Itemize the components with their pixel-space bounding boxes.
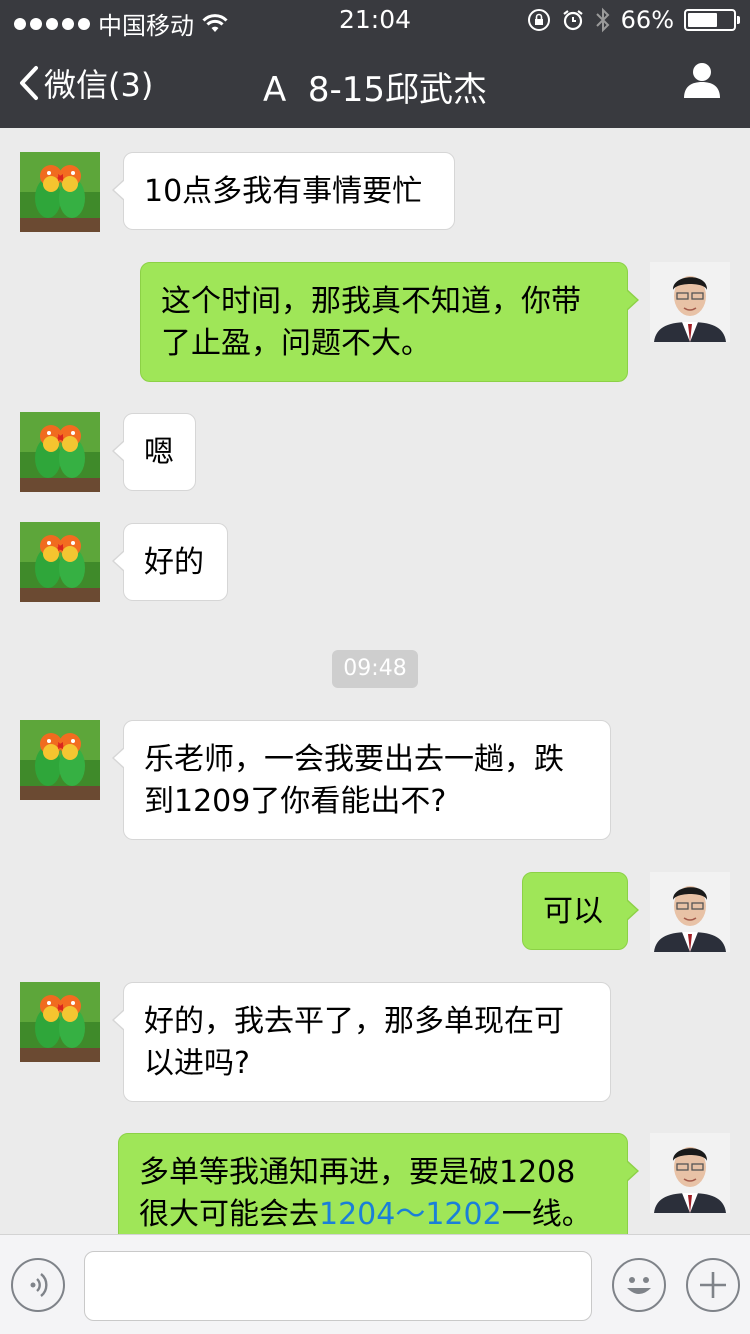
top-bar: 中国移动 21:04 66% 微信(3) A 8-15邱武杰 xyxy=(0,0,750,128)
my-avatar[interactable] xyxy=(650,872,730,952)
message-text-line: 好的，我去平了，那多单现在可 xyxy=(144,1004,564,1039)
message-bubble-incoming[interactable]: 嗯 xyxy=(112,413,196,491)
contact-avatar[interactable] xyxy=(20,522,100,602)
chat-timestamp: 09:48 xyxy=(332,650,418,688)
message-text-line: 以进吗? xyxy=(144,1046,250,1081)
contact-avatar[interactable] xyxy=(20,720,100,800)
status-bar: 中国移动 21:04 66% xyxy=(0,0,750,40)
battery-percent: 66% xyxy=(620,6,674,34)
more-button[interactable] xyxy=(686,1258,740,1312)
emoji-icon xyxy=(627,1277,651,1294)
message-text: 10点多我有事情要忙 xyxy=(144,174,423,209)
nav-bar: 微信(3) A 8-15邱武杰 xyxy=(0,40,750,128)
message-text-line: 乐老师，一会我要出去一趟，跌 xyxy=(144,742,564,777)
message-text-segment: 一线。 xyxy=(501,1197,592,1232)
battery-fill xyxy=(688,13,717,27)
message-input[interactable] xyxy=(84,1251,592,1321)
emoji-button[interactable] xyxy=(612,1258,666,1312)
message-bubble-outgoing[interactable]: 这个时间，那我真不知道，你带 了止盈，问题不大。 xyxy=(140,262,639,382)
message-text: 可以 xyxy=(543,894,603,929)
message-text-line: 到1209了你看能出不? xyxy=(144,784,447,819)
voice-icon xyxy=(30,1273,48,1297)
message-bubble-incoming[interactable]: 好的，我去平了，那多单现在可 以进吗? xyxy=(112,982,611,1102)
message-text-line: 这个时间，那我真不知道，你带 xyxy=(161,284,581,319)
chat-title: A 8-15邱武杰 xyxy=(262,70,488,110)
plus-icon xyxy=(700,1272,726,1298)
message-text: 嗯 xyxy=(144,435,174,470)
message-bubble-incoming[interactable]: 好的 xyxy=(112,523,228,601)
rotation-lock-icon xyxy=(527,9,550,31)
message-bubble-incoming[interactable]: 10点多我有事情要忙 xyxy=(112,152,455,230)
voice-button[interactable] xyxy=(11,1258,65,1312)
price-range-link[interactable]: 1204～1202 xyxy=(319,1197,502,1232)
message-text-line: 很大可能会去1204～1202一线。 xyxy=(139,1194,607,1236)
chat-info-button[interactable] xyxy=(682,60,722,104)
contact-avatar[interactable] xyxy=(20,982,100,1062)
battery-icon xyxy=(684,9,740,31)
alarm-icon xyxy=(562,10,583,31)
message-bubble-outgoing[interactable]: 可以 xyxy=(522,872,639,950)
input-bar xyxy=(0,1234,750,1334)
message-text: 好的 xyxy=(144,545,204,580)
message-text-line: 了止盈，问题不大。 xyxy=(161,326,431,361)
bluetooth-icon xyxy=(595,7,610,33)
my-avatar[interactable] xyxy=(650,1133,730,1213)
my-avatar[interactable] xyxy=(650,262,730,342)
contact-avatar[interactable] xyxy=(20,152,100,232)
message-text-line: 多单等我通知再进，要是破1208 xyxy=(139,1155,576,1190)
person-icon xyxy=(684,63,720,98)
contact-avatar[interactable] xyxy=(20,412,100,492)
message-text-segment: 很大可能会去 xyxy=(139,1197,319,1232)
message-bubble-incoming[interactable]: 乐老师，一会我要出去一趟，跌 到1209了你看能出不? xyxy=(112,720,611,840)
status-right: 66% xyxy=(527,6,740,34)
